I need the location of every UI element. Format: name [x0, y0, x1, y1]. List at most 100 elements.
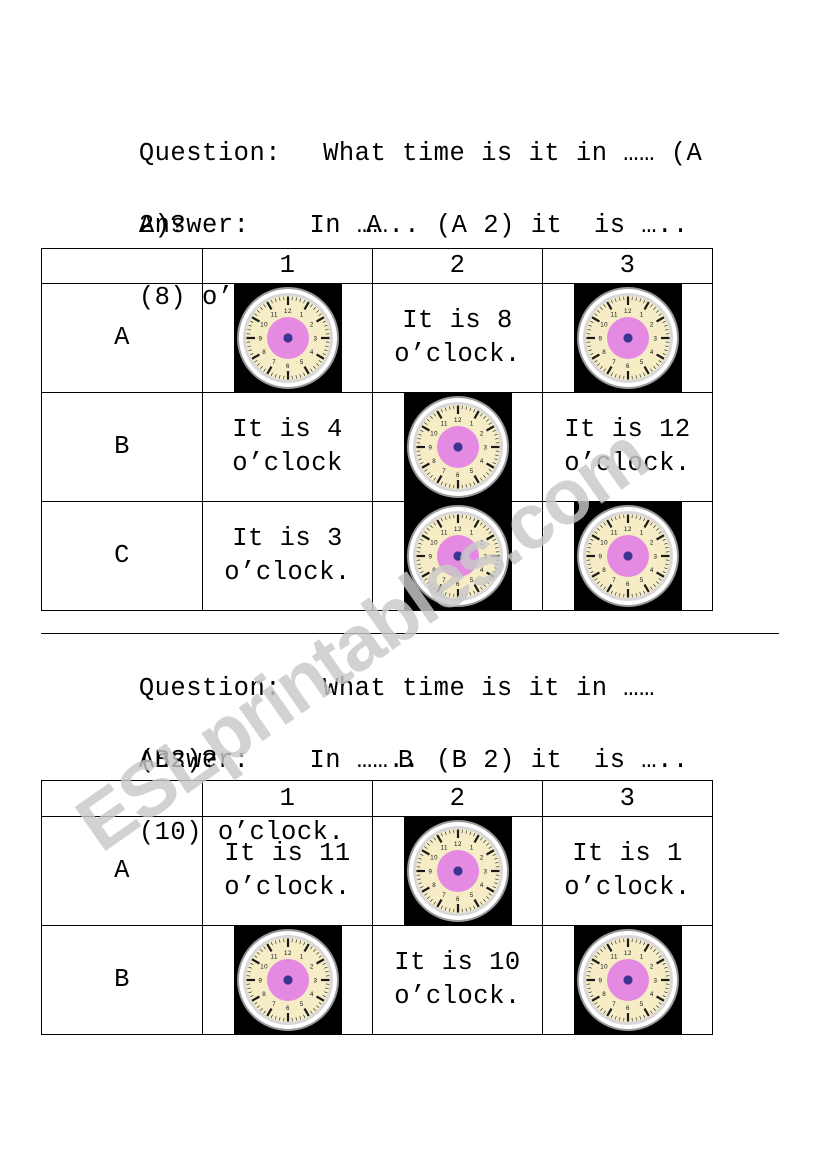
svg-text:3: 3: [313, 335, 317, 342]
svg-text:4: 4: [309, 349, 313, 356]
svg-text:7: 7: [612, 359, 616, 366]
svg-text:9: 9: [258, 977, 262, 984]
svg-text:9: 9: [598, 553, 602, 560]
svg-text:3: 3: [483, 553, 487, 560]
svg-text:7: 7: [442, 892, 446, 899]
svg-text:12: 12: [284, 950, 292, 957]
question-text-a-line1: What time is it in …… (A: [323, 139, 703, 168]
svg-text:4: 4: [479, 458, 483, 465]
row-label-a: A: [41, 283, 203, 393]
phrase-cell-a3: It is 1 o’clock.: [542, 816, 713, 926]
table-row: B It is 4 o’clock 12 1 2 3 4 5 6 7 8 9 10 11 It is …: [41, 392, 713, 502]
svg-text:2: 2: [309, 964, 313, 971]
question-text-b-line1: What time is it in ……: [323, 674, 655, 703]
svg-text:4: 4: [309, 991, 313, 998]
clock-cell-b3: 12 1 2 3 4 5 6 7 8 9 10 11: [542, 925, 713, 1035]
svg-text:2: 2: [649, 540, 653, 547]
column-header-1: 1: [202, 780, 373, 817]
svg-text:10: 10: [430, 540, 438, 547]
svg-text:3: 3: [313, 977, 317, 984]
svg-text:10: 10: [600, 964, 608, 971]
answer-table-b: 1 2 3 A It is 11 o’clock. 12 1 2 3 4 5 6 7 8 9 10 1…: [41, 780, 713, 1035]
svg-text:3: 3: [653, 977, 657, 984]
svg-text:9: 9: [428, 553, 432, 560]
phrase-cell-b2: It is 10 o’clock.: [372, 925, 543, 1035]
svg-text:8: 8: [432, 882, 436, 889]
svg-text:3: 3: [653, 335, 657, 342]
svg-text:9: 9: [428, 444, 432, 451]
svg-text:11: 11: [440, 421, 447, 428]
clock-face-icon: 12 1 2 3 4 5 6 7 8 9 10 11: [543, 502, 712, 610]
clock-cell-b1: 12 1 2 3 4 5 6 7 8 9 10 11: [202, 925, 373, 1035]
svg-text:6: 6: [456, 896, 460, 903]
table-header-row: 1 2 3: [41, 780, 713, 817]
svg-text:8: 8: [602, 567, 606, 574]
answer-text-b-line1: In …….. (B 2) it is …..: [309, 746, 689, 775]
svg-text:1: 1: [639, 312, 643, 319]
clock-image: 12 1 2 3 4 5 6 7 8 9 10 11: [573, 284, 682, 392]
clock-image: 12 1 2 3 4 5 6 7 8 9 10 11: [233, 284, 342, 392]
worksheet-page: Question: What time is it in …… (A 2)? A A…: [0, 0, 821, 1169]
svg-text:9: 9: [598, 335, 602, 342]
svg-text:8: 8: [602, 991, 606, 998]
svg-text:7: 7: [612, 1001, 616, 1008]
svg-text:9: 9: [598, 977, 602, 984]
svg-text:11: 11: [270, 312, 277, 319]
svg-text:12: 12: [624, 526, 632, 533]
svg-text:11: 11: [610, 530, 617, 537]
clock-face-icon: 12 1 2 3 4 5 6 7 8 9 10 11: [543, 284, 712, 392]
svg-text:12: 12: [284, 308, 292, 315]
clock-face-icon: 12 1 2 3 4 5 6 7 8 9 10 11: [203, 284, 372, 392]
svg-text:12: 12: [624, 308, 632, 315]
svg-text:6: 6: [626, 1005, 630, 1012]
svg-text:8: 8: [432, 567, 436, 574]
clock-face-icon: 12 1 2 3 4 5 6 7 8 9 10 11: [543, 926, 712, 1034]
svg-text:8: 8: [262, 349, 266, 356]
svg-text:6: 6: [456, 472, 460, 479]
corner-blank-cell: [41, 248, 203, 284]
row-label-a: A: [41, 816, 203, 926]
table-row: A 12 1 2 3 4 5 6 7 8 9 10 11 It is 8 o’clock. 12 1 2 3…: [41, 283, 713, 393]
svg-text:1: 1: [469, 530, 473, 537]
row-label-b: B: [41, 392, 203, 502]
table-row: A It is 11 o’clock. 12 1 2 3 4 5 6 7 8 9 10 11 It i…: [41, 816, 713, 926]
clock-cell-a1: 12 1 2 3 4 5 6 7 8 9 10 11: [202, 283, 373, 393]
svg-text:10: 10: [430, 855, 438, 862]
svg-text:1: 1: [639, 954, 643, 961]
svg-text:5: 5: [469, 577, 473, 584]
svg-text:2: 2: [479, 431, 483, 438]
corner-blank-cell: [41, 780, 203, 817]
svg-text:8: 8: [262, 991, 266, 998]
svg-text:11: 11: [270, 954, 277, 961]
svg-text:4: 4: [649, 349, 653, 356]
svg-text:10: 10: [260, 964, 268, 971]
svg-text:3: 3: [653, 553, 657, 560]
svg-text:12: 12: [454, 841, 462, 848]
svg-text:5: 5: [469, 468, 473, 475]
svg-text:2: 2: [309, 322, 313, 329]
svg-text:4: 4: [649, 567, 653, 574]
clock-image: 12 1 2 3 4 5 6 7 8 9 10 11: [573, 502, 682, 610]
clock-image: 12 1 2 3 4 5 6 7 8 9 10 11: [403, 393, 512, 501]
svg-text:4: 4: [479, 882, 483, 889]
clock-image: 12 1 2 3 4 5 6 7 8 9 10 11: [233, 926, 342, 1034]
svg-text:10: 10: [600, 322, 608, 329]
answer-label-b: Answer:: [138, 746, 250, 775]
question-label-b: Question:: [138, 674, 282, 703]
svg-text:5: 5: [639, 577, 643, 584]
table-row: B 12 1 2 3 4 5 6 7 8 9 10 11 It is 10 o’clock. 12 1 2…: [41, 925, 713, 1035]
svg-text:6: 6: [626, 581, 630, 588]
clock-face-icon: 12 1 2 3 4 5 6 7 8 9 10 11: [373, 393, 542, 501]
clock-face-icon: 12 1 2 3 4 5 6 7 8 9 10 11: [203, 926, 372, 1034]
svg-text:12: 12: [454, 417, 462, 424]
svg-text:2: 2: [479, 540, 483, 547]
svg-text:7: 7: [442, 577, 446, 584]
clock-face-icon: 12 1 2 3 4 5 6 7 8 9 10 11: [373, 502, 542, 610]
answer-table-a: 1 2 3 A 12 1 2 3 4 5 6 7 8 9 10 11 It is 8 o’clock.…: [41, 248, 713, 611]
answer-text-a-line1: In …….. (A 2) it is …..: [309, 211, 689, 240]
phrase-cell-b1: It is 4 o’clock: [202, 392, 373, 502]
clock-face-icon: 12 1 2 3 4 5 6 7 8 9 10 11: [373, 817, 542, 925]
clock-cell-c3: 12 1 2 3 4 5 6 7 8 9 10 11: [542, 501, 713, 611]
row-label-b: B: [41, 925, 203, 1035]
svg-text:5: 5: [299, 1001, 303, 1008]
